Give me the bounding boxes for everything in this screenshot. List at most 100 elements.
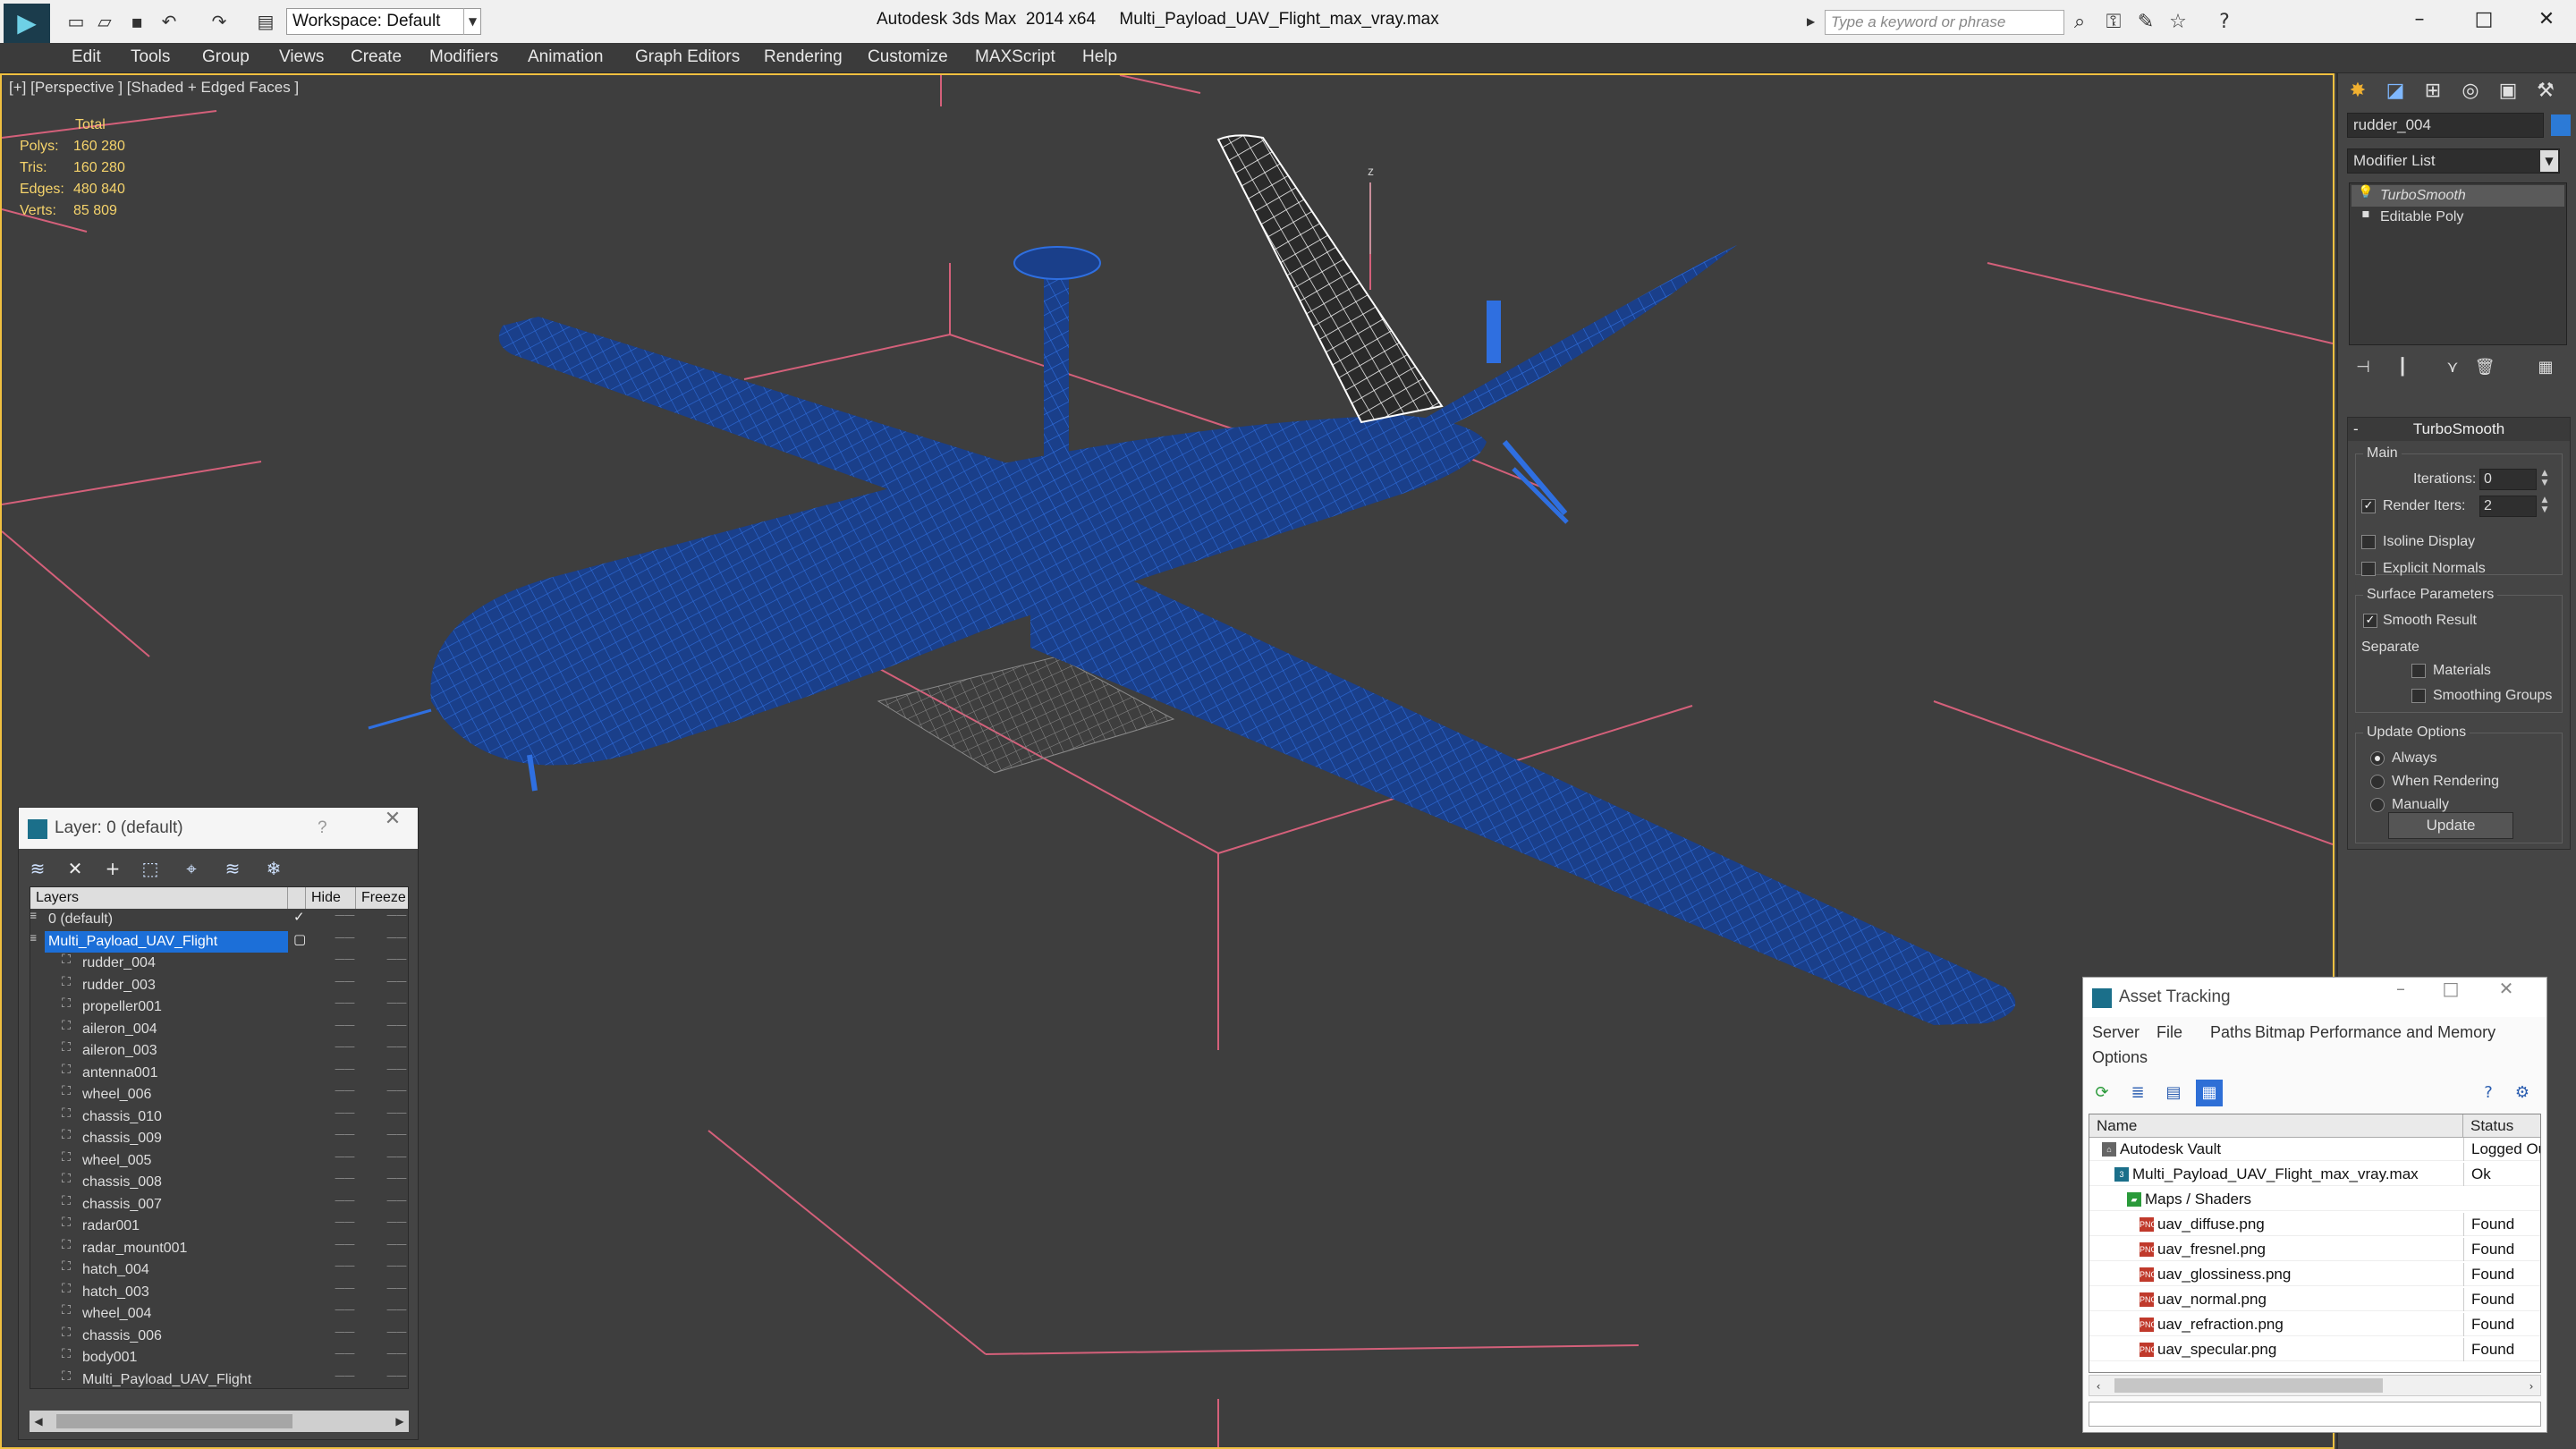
layer-row[interactable]: ⛶ chassis_006 —— —— — [30, 1326, 408, 1347]
menu-maxscript[interactable]: MAXScript — [975, 43, 1055, 73]
layer-row[interactable]: ⛶ radar001 —— —— — [30, 1216, 408, 1237]
asset-horizontal-scrollbar[interactable]: ‹ › — [2089, 1375, 2541, 1396]
hierarchy-tab-icon[interactable]: ⊞ — [2415, 73, 2451, 109]
layer-row[interactable]: ⛶ chassis_010 —— —— — [30, 1106, 408, 1128]
layer-row[interactable]: ≡ Multi_Payload_UAV_Flight ▢ —— —— — [30, 930, 408, 953]
layer-name[interactable]: chassis_010 — [79, 1106, 162, 1128]
asset-row[interactable]: ▰ Maps / Shaders — [2089, 1188, 2540, 1211]
layer-name[interactable]: body001 — [79, 1347, 137, 1368]
scrollbar-thumb[interactable] — [2114, 1378, 2383, 1393]
select-objects-icon[interactable]: ⬚ — [135, 855, 165, 882]
layer-row[interactable]: ⛶ chassis_007 —— —— — [30, 1194, 408, 1216]
create-tab-icon[interactable]: ✸ — [2340, 73, 2376, 109]
layer-name[interactable]: chassis_008 — [79, 1172, 162, 1193]
freeze-toggle[interactable]: —— — [386, 1019, 407, 1031]
help-icon[interactable]: ? — [2211, 9, 2238, 36]
asset-row[interactable]: PNG uav_specular.png Found — [2089, 1338, 2540, 1361]
modifier-list-dropdown[interactable]: Modifier List — [2347, 148, 2560, 174]
freeze-toggle[interactable]: —— — [386, 1063, 407, 1075]
hide-toggle[interactable]: —— — [335, 1172, 355, 1184]
scroll-left-icon[interactable]: ◀ — [30, 1411, 47, 1432]
menu-rendering[interactable]: Rendering — [764, 43, 843, 73]
hide-toggle[interactable]: —— — [335, 1326, 355, 1338]
current-layer-check-icon[interactable]: ✓ — [293, 909, 308, 925]
asset-tracking-titlebar[interactable]: Asset Tracking – □ ✕ — [2083, 978, 2546, 1017]
hide-toggle[interactable]: —— — [335, 1259, 355, 1272]
layer-name[interactable]: chassis_009 — [79, 1128, 162, 1149]
freeze-toggle[interactable]: —— — [386, 931, 407, 944]
layer-row[interactable]: ⛶ rudder_003 —— —— — [30, 975, 408, 996]
layer-name[interactable]: rudder_004 — [79, 953, 156, 974]
maximize-icon[interactable]: □ — [2428, 978, 2473, 1017]
column-name[interactable]: Name — [2089, 1114, 2463, 1138]
asset-row[interactable]: PNG uav_fresnel.png Found — [2089, 1238, 2540, 1261]
freeze-toggle[interactable]: —— — [386, 1326, 407, 1338]
hide-toggle[interactable]: —— — [335, 1238, 355, 1250]
layer-row[interactable]: ⛶ chassis_009 —— —— — [30, 1128, 408, 1149]
freeze-toggle[interactable]: —— — [386, 1216, 407, 1228]
menu-animation[interactable]: Animation — [528, 43, 604, 73]
explicit-normals-checkbox[interactable] — [2361, 562, 2376, 576]
delete-layer-icon[interactable]: ✕ — [60, 855, 90, 882]
iterations-spinner[interactable]: 0 — [2479, 469, 2537, 490]
layer-manager-titlebar[interactable]: Layer: 0 (default) ? ✕ — [19, 808, 418, 849]
minimize-button[interactable]: – — [2388, 0, 2451, 39]
freeze-toggle[interactable]: —— — [386, 1040, 407, 1053]
layer-row[interactable]: ⛶ propeller001 —— —— — [30, 996, 408, 1018]
hide-toggle[interactable]: —— — [335, 1150, 355, 1163]
layer-row[interactable]: ⛶ aileron_003 —— —— — [30, 1040, 408, 1062]
freeze-toggle[interactable]: —— — [386, 953, 407, 965]
tail-stabilizer[interactable] — [1415, 245, 1737, 515]
menu-customize[interactable]: Customize — [868, 43, 948, 73]
column-hide[interactable]: Hide — [306, 887, 356, 909]
layer-row[interactable]: ⛶ aileron_004 —— —— — [30, 1019, 408, 1040]
chevron-down-icon[interactable]: ▼ — [463, 8, 481, 35]
update-button[interactable]: Update — [2388, 812, 2513, 839]
layer-name[interactable]: propeller001 — [79, 996, 162, 1018]
freeze-toggle[interactable]: —— — [386, 975, 407, 987]
asset-row[interactable]: ⌂ Autodesk Vault Logged Ou — [2089, 1138, 2540, 1161]
settings-icon[interactable]: ⚙ — [2509, 1080, 2536, 1106]
scroll-right-icon[interactable]: ▶ — [391, 1411, 409, 1432]
hide-toggle[interactable]: —— — [335, 953, 355, 965]
rollout-header[interactable]: - TurboSmooth — [2348, 418, 2570, 441]
close-icon[interactable]: ✕ — [377, 808, 409, 830]
configure-sets-icon[interactable]: ▦ — [2531, 354, 2560, 381]
collapse-icon[interactable]: - — [2353, 418, 2359, 441]
layer-name[interactable]: Multi_Payload_UAV_Flight — [45, 930, 288, 953]
close-button[interactable]: ✕ — [2515, 0, 2576, 39]
freeze-all-icon[interactable]: ❄ — [258, 855, 289, 882]
modifier-stack[interactable]: 💡 TurboSmooth ▪ Editable Poly — [2349, 182, 2567, 345]
search-expand-icon[interactable]: ▶ — [1807, 11, 1823, 32]
hide-toggle[interactable]: —— — [335, 1084, 355, 1097]
menu-create[interactable]: Create — [351, 43, 402, 73]
utilities-tab-icon[interactable]: ⚒ — [2528, 73, 2563, 109]
set-current-box-icon[interactable]: ▢ — [293, 931, 308, 947]
menu-bitmap-performance[interactable]: Bitmap Performance and Memory — [2255, 1021, 2496, 1044]
freeze-toggle[interactable]: —— — [386, 1128, 407, 1140]
menu-paths[interactable]: Paths — [2210, 1021, 2251, 1044]
object-color-swatch[interactable] — [2551, 114, 2571, 136]
remove-modifier-icon[interactable]: 🗑 — [2470, 354, 2499, 381]
layer-horizontal-scrollbar[interactable]: ◀ ▶ — [30, 1411, 409, 1432]
column-freeze[interactable]: Freeze — [356, 887, 408, 909]
layer-name[interactable]: wheel_004 — [79, 1303, 151, 1325]
hide-toggle[interactable]: —— — [335, 1019, 355, 1031]
hide-toggle[interactable]: —— — [335, 1303, 355, 1316]
help-icon[interactable]: ? — [2475, 1080, 2502, 1106]
menu-graph-editors[interactable]: Graph Editors — [635, 43, 740, 73]
asset-row[interactable]: PNG uav_glossiness.png Found — [2089, 1263, 2540, 1286]
rudder-selected[interactable] — [1216, 134, 1444, 424]
column-status[interactable]: Status — [2463, 1114, 2540, 1138]
freeze-toggle[interactable]: —— — [386, 1084, 407, 1097]
help-button[interactable]: ? — [318, 808, 327, 849]
chevron-down-icon[interactable]: ▼ — [2540, 150, 2558, 172]
maximize-button[interactable]: □ — [2453, 0, 2515, 39]
display-tab-icon[interactable]: ▣ — [2490, 73, 2526, 109]
redo-icon[interactable]: ↷ — [208, 10, 231, 33]
favorites-star-icon[interactable]: ☆ — [2165, 9, 2191, 36]
layer-name[interactable]: rudder_003 — [79, 975, 156, 996]
highlight-layer-icon[interactable]: ⌖ — [176, 855, 207, 882]
new-file-icon[interactable]: ▭ — [64, 10, 88, 33]
layer-name[interactable]: chassis_007 — [79, 1194, 162, 1216]
